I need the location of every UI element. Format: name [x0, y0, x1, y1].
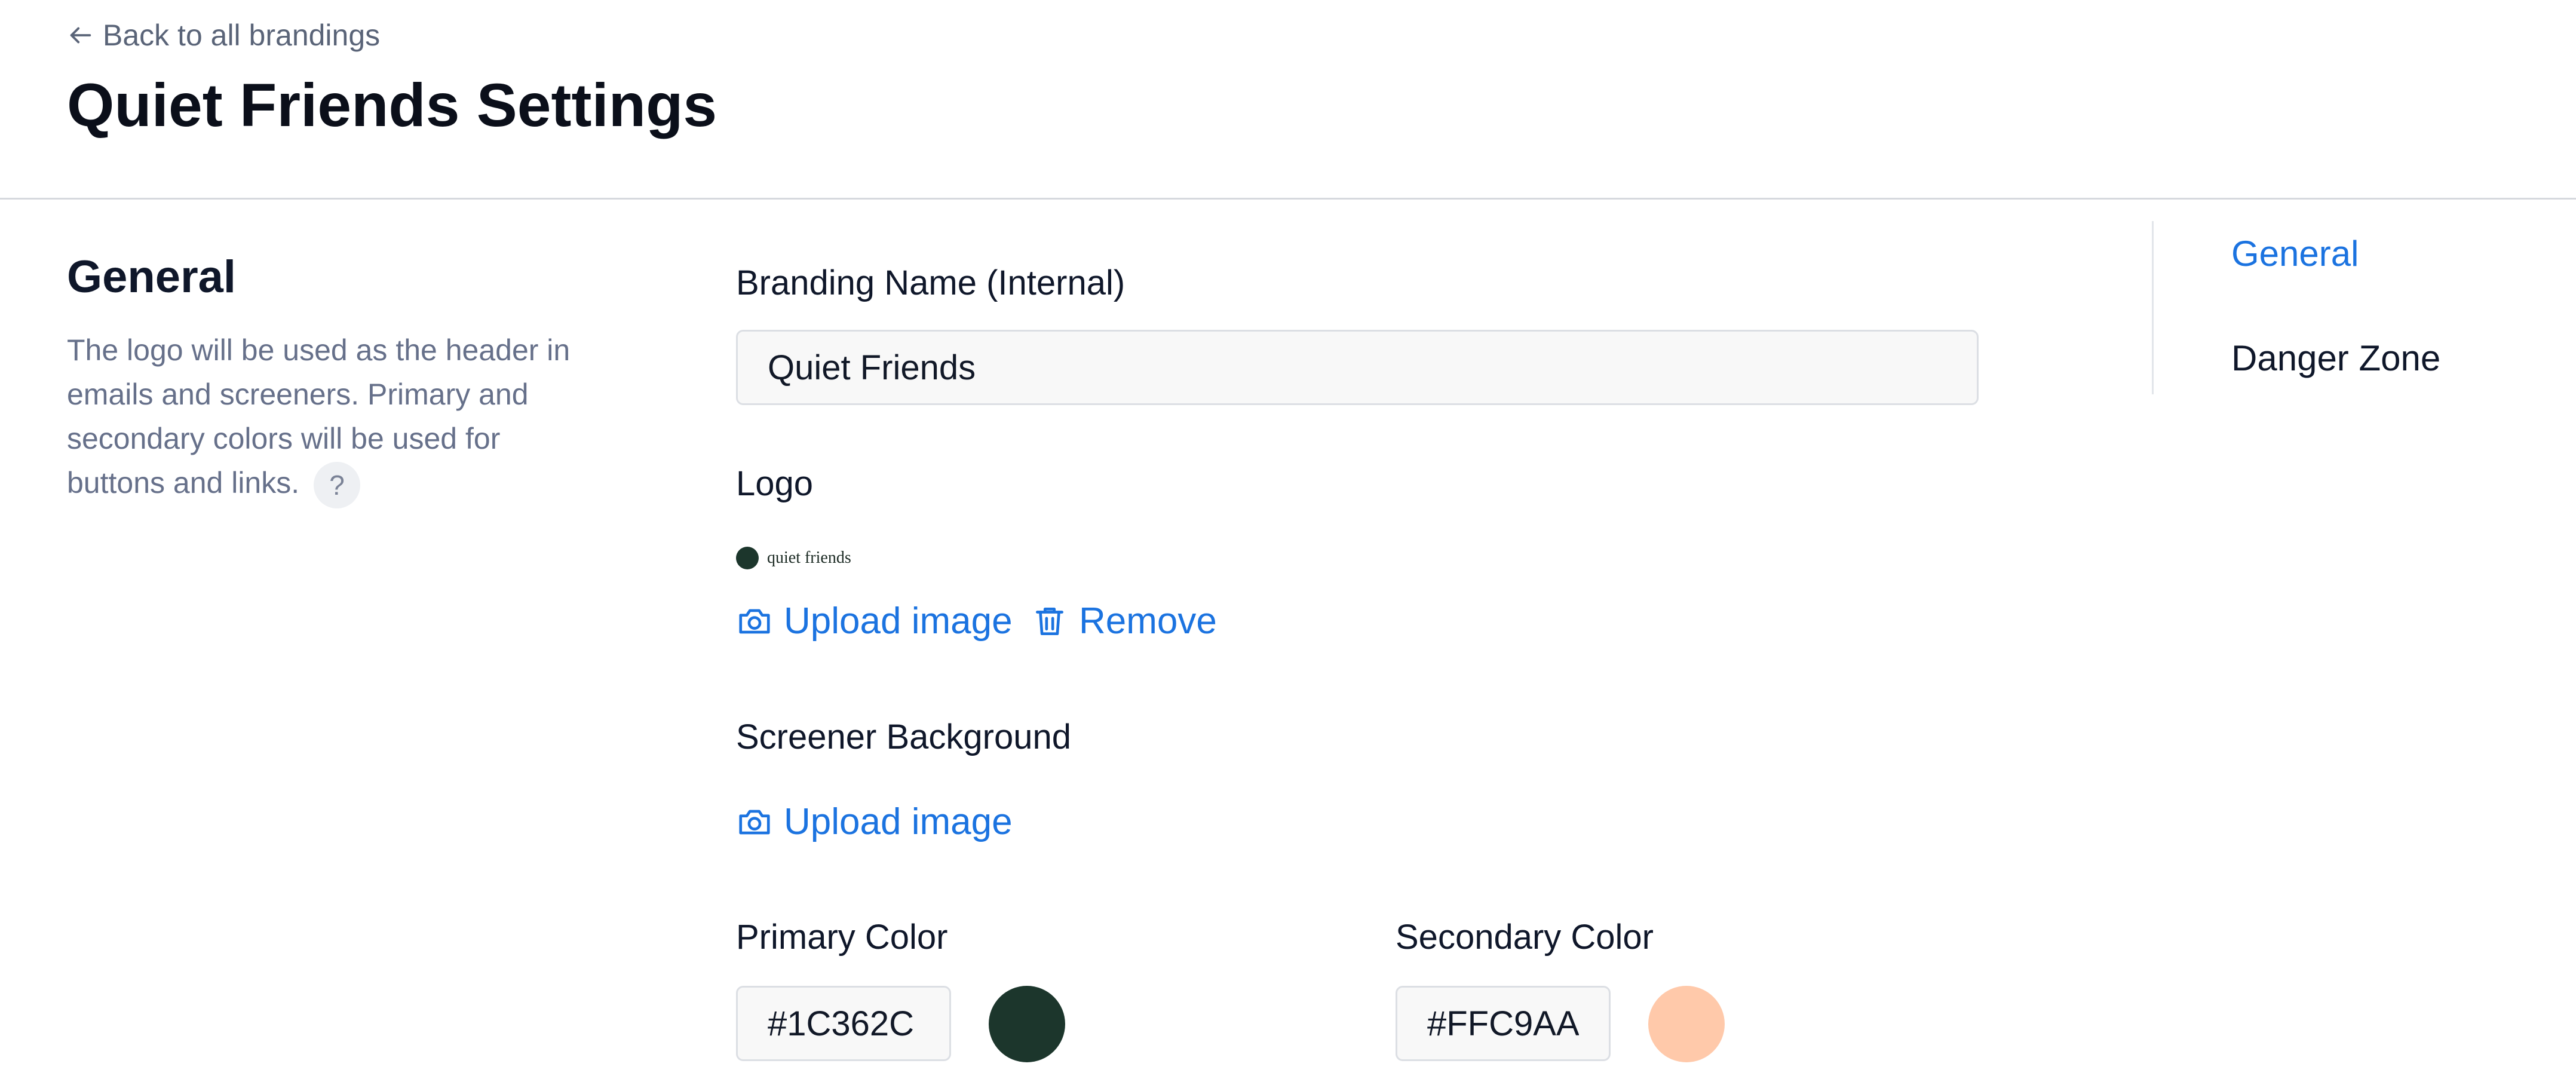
page-title: Quiet Friends Settings [67, 71, 717, 139]
page-header: Back to all brandings Quiet Friends Sett… [0, 0, 2576, 200]
section-description: The logo will be used as the header in e… [67, 328, 605, 508]
logo-text: quiet friends [767, 548, 851, 567]
logo-preview: quiet friends [736, 547, 851, 569]
screener-background-label: Screener Background [736, 718, 1071, 756]
secondary-color-input[interactable] [1396, 986, 1611, 1061]
secondary-color-swatch[interactable] [1648, 986, 1725, 1062]
nav-item-general[interactable]: General [2231, 233, 2359, 274]
primary-color-input[interactable] [736, 986, 951, 1061]
upload-logo-button[interactable]: Upload image [736, 600, 1013, 642]
nav-item-danger-zone[interactable]: Danger Zone [2231, 338, 2440, 379]
remove-logo-button[interactable]: Remove [1031, 600, 1217, 642]
general-intro: General The logo will be used as the hea… [67, 251, 605, 508]
help-icon[interactable]: ? [314, 461, 361, 508]
upload-logo-label: Upload image [784, 600, 1013, 642]
primary-color-label: Primary Color [736, 918, 948, 957]
back-link[interactable]: Back to all brandings [67, 18, 380, 53]
remove-logo-label: Remove [1079, 600, 1217, 642]
secondary-color-label: Secondary Color [1396, 918, 1654, 957]
camera-icon [739, 609, 770, 633]
upload-screener-background-button[interactable]: Upload image [736, 801, 1013, 843]
primary-color-swatch[interactable] [989, 986, 1065, 1062]
section-title: General [67, 252, 237, 302]
logo-label: Logo [736, 464, 814, 503]
branding-name-label: Branding Name (Internal) [736, 263, 1126, 302]
trash-icon [1036, 607, 1063, 635]
arrow-left-icon [70, 27, 91, 44]
logo-mark-icon [736, 547, 759, 569]
section-nav: General Danger Zone [2152, 221, 2440, 394]
back-link-label: Back to all brandings [103, 19, 381, 52]
upload-screener-label: Upload image [784, 801, 1013, 842]
camera-icon [739, 810, 770, 834]
branding-name-input[interactable] [736, 330, 1979, 405]
